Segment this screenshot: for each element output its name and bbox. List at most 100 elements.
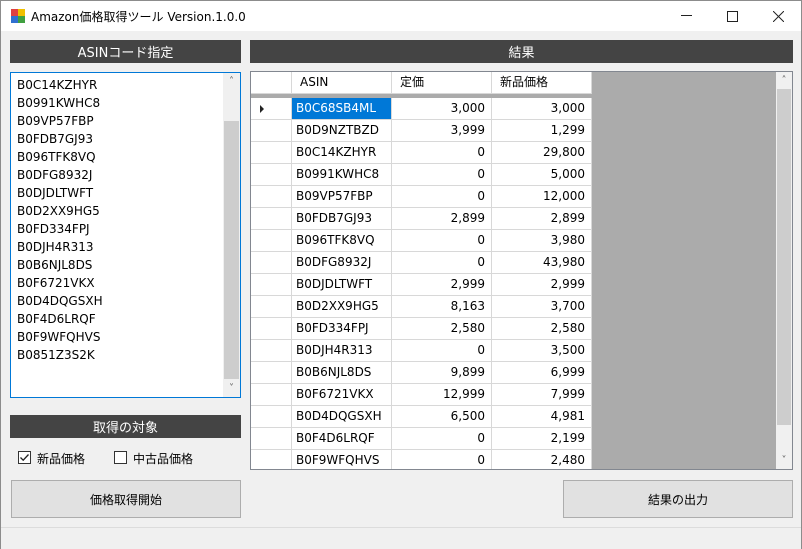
table-cell[interactable]: 0 — [392, 450, 492, 469]
row-header[interactable] — [251, 142, 292, 164]
table-cell[interactable]: 1,299 — [492, 120, 592, 142]
table-cell[interactable]: 2,580 — [492, 318, 592, 340]
table-cell[interactable]: 43,980 — [492, 252, 592, 274]
table-cell[interactable]: 8,163 — [392, 296, 492, 318]
table-cell[interactable]: 0 — [392, 186, 492, 208]
results-scrollbar[interactable]: ˄ ˅ — [776, 72, 792, 469]
table-cell[interactable]: B0DJDLTWFT — [292, 274, 392, 296]
asin-line: B0F4D6LRQF — [17, 312, 96, 326]
row-header[interactable] — [251, 318, 292, 340]
minimize-button[interactable] — [663, 1, 709, 31]
table-cell[interactable]: B09VP57FBP — [292, 186, 392, 208]
table-cell[interactable]: 2,480 — [492, 450, 592, 469]
table-cell[interactable]: 12,000 — [492, 186, 592, 208]
asin-scroll-thumb[interactable] — [224, 121, 239, 379]
table-cell[interactable]: 0 — [392, 252, 492, 274]
table-cell[interactable]: B096TFK8VQ — [292, 230, 392, 252]
asin-scrollbar[interactable]: ˄ ˅ — [223, 73, 240, 397]
table-cell[interactable]: B0B6NJL8DS — [292, 362, 392, 384]
table-cell[interactable]: B0D4DQGSXH — [292, 406, 392, 428]
table-cell[interactable]: 5,000 — [492, 164, 592, 186]
column-header-new-price[interactable]: 新品価格 — [492, 72, 592, 94]
export-results-button[interactable]: 結果の出力 — [563, 480, 793, 518]
scroll-down-arrow-icon[interactable]: ˅ — [223, 380, 240, 397]
used-price-checkbox[interactable] — [114, 451, 127, 464]
table-cell[interactable]: 2,999 — [392, 274, 492, 296]
row-header[interactable] — [251, 362, 292, 384]
row-header[interactable] — [251, 384, 292, 406]
table-cell[interactable]: 2,999 — [492, 274, 592, 296]
used-price-label[interactable]: 中古品価格 — [133, 450, 193, 467]
asin-line: B0D4DQGSXH — [17, 294, 103, 308]
row-header[interactable] — [251, 406, 292, 428]
grid-scroll-up-arrow-icon[interactable]: ˄ — [776, 72, 792, 89]
table-cell[interactable]: 2,899 — [392, 208, 492, 230]
table-cell[interactable]: 9,899 — [392, 362, 492, 384]
table-cell[interactable]: B0FDB7GJ93 — [292, 208, 392, 230]
table-cell[interactable]: 3,980 — [492, 230, 592, 252]
row-header[interactable] — [251, 230, 292, 252]
window-title: Amazon価格取得ツール Version.1.0.0 — [31, 10, 246, 24]
new-price-label[interactable]: 新品価格 — [37, 450, 85, 467]
table-cell[interactable]: 2,199 — [492, 428, 592, 450]
checkmark-icon — [20, 454, 29, 462]
grid-scroll-thumb[interactable] — [777, 89, 791, 425]
row-header[interactable] — [251, 98, 292, 120]
table-cell[interactable]: 3,500 — [492, 340, 592, 362]
row-header[interactable] — [251, 164, 292, 186]
maximize-button[interactable] — [709, 1, 755, 31]
grid-scroll-down-arrow-icon[interactable]: ˅ — [776, 452, 792, 469]
table-cell[interactable]: 3,700 — [492, 296, 592, 318]
table-cell[interactable]: 6,500 — [392, 406, 492, 428]
start-fetch-button[interactable]: 価格取得開始 — [11, 480, 241, 518]
table-cell[interactable]: B0C14KZHYR — [292, 142, 392, 164]
table-cell[interactable]: B0DFG8932J — [292, 252, 392, 274]
column-header-list-price[interactable]: 定価 — [392, 72, 492, 94]
close-icon — [772, 10, 784, 22]
asin-input[interactable]: ˄ ˅ B0C14KZHYR B0991KWHC8 B09VP57FBP B0FDB7… — [10, 72, 241, 398]
close-button[interactable] — [755, 1, 801, 31]
table-cell[interactable]: 12,999 — [392, 384, 492, 406]
table-cell[interactable]: 0 — [392, 340, 492, 362]
table-cell[interactable]: 0 — [392, 142, 492, 164]
table-cell[interactable]: B0DJH4R313 — [292, 340, 392, 362]
row-header[interactable] — [251, 186, 292, 208]
table-cell[interactable]: 7,999 — [492, 384, 592, 406]
table-cell[interactable]: 6,999 — [492, 362, 592, 384]
table-cell[interactable]: B0C68SB4ML — [292, 98, 392, 120]
scroll-up-arrow-icon[interactable]: ˄ — [223, 73, 240, 90]
new-price-checkbox[interactable] — [18, 451, 31, 464]
table-cell[interactable]: B0F9WFQHVS — [292, 450, 392, 469]
table-cell[interactable]: B0D2XX9HG5 — [292, 296, 392, 318]
row-header[interactable] — [251, 296, 292, 318]
row-header[interactable] — [251, 428, 292, 450]
table-cell[interactable]: B0991KWHC8 — [292, 164, 392, 186]
row-header[interactable] — [251, 340, 292, 362]
row-header[interactable] — [251, 252, 292, 274]
current-row-arrow-icon — [260, 105, 264, 113]
row-header[interactable] — [251, 450, 292, 469]
table-cell[interactable]: 0 — [392, 428, 492, 450]
table-cell[interactable]: B0F4D6LRQF — [292, 428, 392, 450]
row-header[interactable] — [251, 208, 292, 230]
table-cell[interactable]: 4,981 — [492, 406, 592, 428]
row-header[interactable] — [251, 274, 292, 296]
asin-line: B09VP57FBP — [17, 114, 94, 128]
table-cell[interactable]: 2,899 — [492, 208, 592, 230]
table-cell[interactable]: B0F6721VKX — [292, 384, 392, 406]
table-cell[interactable]: 3,000 — [492, 98, 592, 120]
maximize-icon — [726, 10, 738, 22]
table-cell[interactable]: B0FD334FPJ — [292, 318, 392, 340]
table-cell[interactable]: B0D9NZTBZD — [292, 120, 392, 142]
table-cell[interactable]: 29,800 — [492, 142, 592, 164]
row-header[interactable] — [251, 120, 292, 142]
table-cell[interactable]: 0 — [392, 230, 492, 252]
row-header-corner[interactable] — [251, 72, 292, 94]
table-cell[interactable]: 0 — [392, 164, 492, 186]
status-bar — [1, 527, 801, 549]
results-grid[interactable]: ASIN 定価 新品価格 B0C68SB4ML 3,000 3,000 B0D9NZTBZD… — [250, 71, 793, 470]
table-cell[interactable]: 3,000 — [392, 98, 492, 120]
table-cell[interactable]: 2,580 — [392, 318, 492, 340]
table-cell[interactable]: 3,999 — [392, 120, 492, 142]
column-header-asin[interactable]: ASIN — [292, 72, 392, 94]
